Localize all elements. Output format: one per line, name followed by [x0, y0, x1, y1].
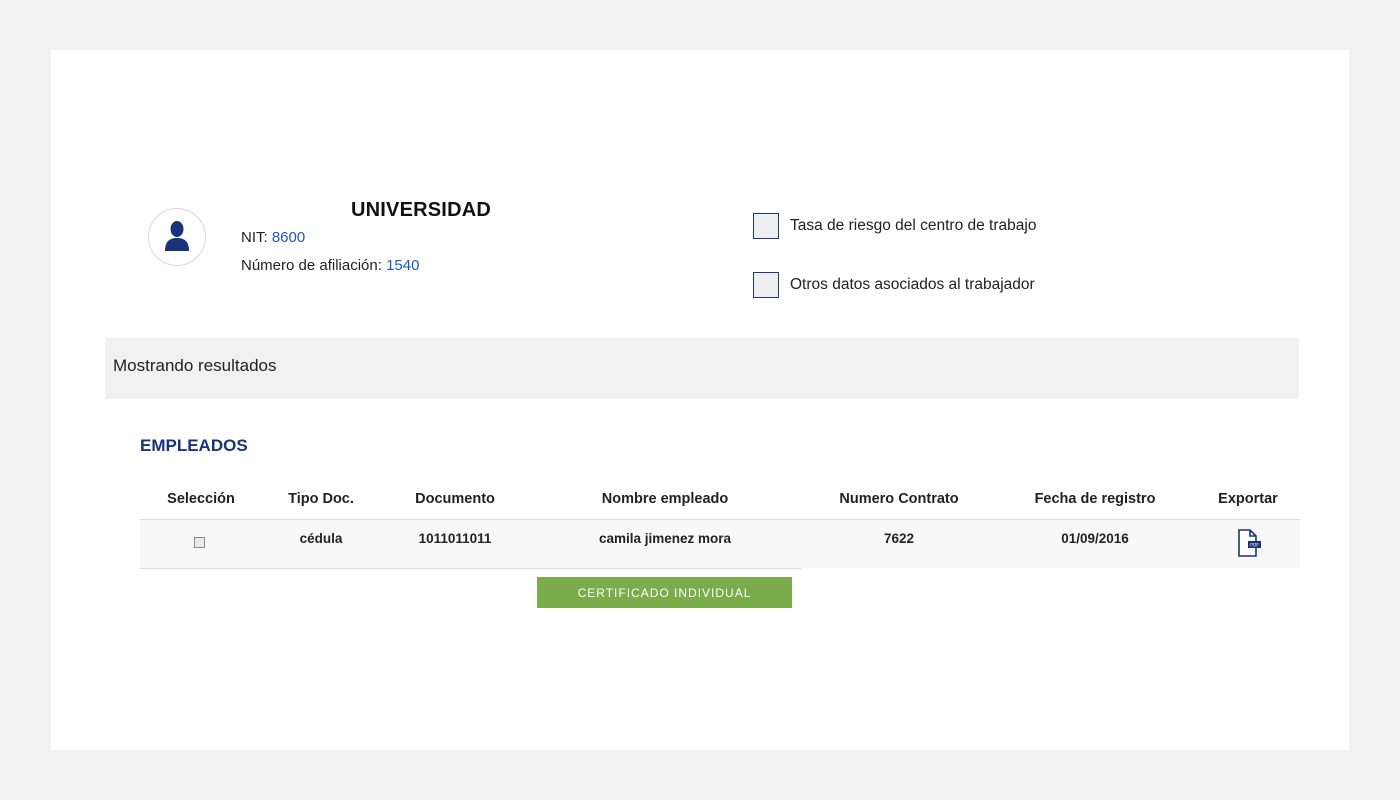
main-panel: [51, 50, 1349, 750]
option-worker-data[interactable]: Otros datos asociados al trabajador: [753, 272, 1035, 298]
nit-line: NIT: 8600: [241, 229, 305, 246]
svg-text:PDF: PDF: [1250, 543, 1259, 549]
header-contract-number: Numero Contrato: [839, 491, 959, 507]
option-risk-rate[interactable]: Tasa de riesgo del centro de trabajo: [753, 213, 1036, 239]
header-registration-date: Fecha de registro: [1034, 491, 1156, 507]
user-avatar: [148, 208, 206, 266]
cell-document: 1011011011: [418, 531, 492, 546]
certificate-button[interactable]: CERTIFICADO INDIVIDUAL: [537, 577, 792, 608]
section-title: EMPLEADOS: [140, 436, 248, 455]
header-selection: Selección: [167, 491, 235, 507]
cell-registration-date: 01/09/2016: [1061, 531, 1129, 546]
header-export: Exportar: [1218, 491, 1278, 507]
affiliation-label: Número de afiliación:: [241, 257, 382, 274]
cell-employee-name: camila jimenez mora: [598, 531, 732, 546]
header-doc-type: Tipo Doc.: [288, 491, 354, 507]
company-name: UNIVERSIDAD: [351, 199, 491, 221]
nit-label: NIT:: [241, 229, 268, 246]
row-select-checkbox[interactable]: [194, 537, 205, 548]
nit-value: 8600: [271, 229, 306, 246]
worker-data-checkbox[interactable]: [753, 272, 779, 298]
results-bar: Mostrando resultados: [105, 338, 1299, 399]
cell-contract-number: 7622: [883, 531, 915, 546]
user-silhouette-icon: [163, 219, 191, 256]
worker-data-label: Otros datos asociados al trabajador: [790, 276, 1035, 293]
risk-rate-checkbox[interactable]: [753, 213, 779, 239]
header-document: Documento: [415, 491, 495, 507]
cell-doc-type: cédula: [299, 531, 343, 546]
header-employee-name: Nombre empleado: [601, 491, 729, 507]
risk-rate-label: Tasa de riesgo del centro de trabajo: [790, 217, 1037, 234]
affiliation-value: 1540: [386, 257, 420, 274]
results-label: Mostrando resultados: [113, 356, 277, 375]
table-bottom-line: [140, 568, 801, 569]
pdf-file-icon[interactable]: PDF: [1236, 529, 1262, 562]
affiliation-line: Número de afiliación: 1540: [241, 257, 419, 274]
